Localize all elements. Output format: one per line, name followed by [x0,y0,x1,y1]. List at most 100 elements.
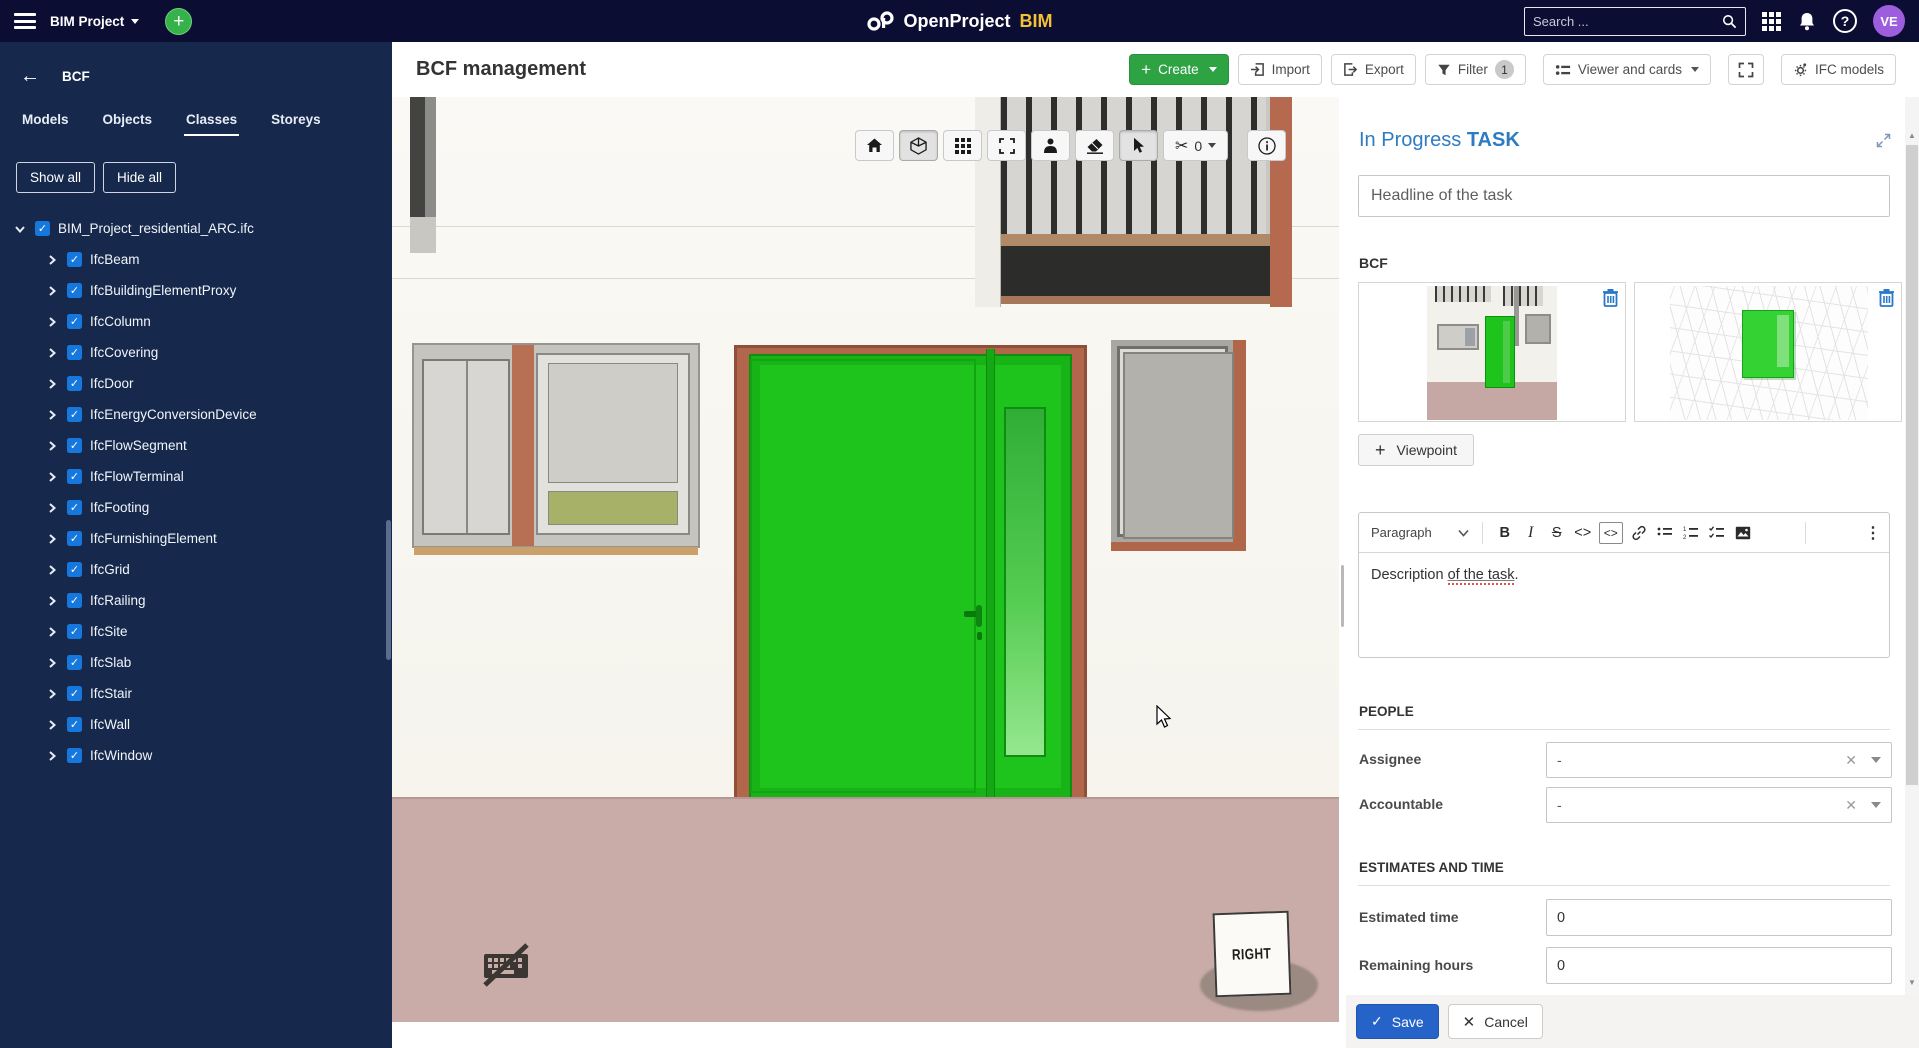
chevron-right-icon[interactable] [44,438,60,454]
navigation-cube[interactable]: RIGHT [1213,911,1292,998]
description-text[interactable]: Description of the task. [1359,553,1889,597]
tree-item-row[interactable]: ✓ IfcCovering [0,337,392,368]
section-cut-button[interactable]: ✂ 0 [1163,130,1228,161]
scroll-down-arrow[interactable]: ▼ [1905,975,1919,989]
3d-viewer-canvas[interactable]: RIGHT [392,97,1339,1022]
inline-code-icon[interactable]: <> [1570,520,1596,546]
ifc-models-button[interactable]: IFC models [1781,54,1896,85]
tree-item-row[interactable]: ✓ IfcBuildingElementProxy [0,275,392,306]
tree-item-row[interactable]: ✓ IfcSite [0,616,392,647]
italic-icon[interactable]: I [1518,520,1544,546]
link-icon[interactable] [1626,520,1652,546]
chevron-right-icon[interactable] [44,376,60,392]
chevron-right-icon[interactable] [44,469,60,485]
checkbox-checked[interactable]: ✓ [67,469,82,484]
hamburger-menu-icon[interactable] [14,13,36,29]
tree-item-row[interactable]: ✓ IfcColumn [0,306,392,337]
chevron-right-icon[interactable] [44,686,60,702]
paragraph-style-dropdown[interactable]: Paragraph [1367,525,1473,540]
checkbox-checked[interactable]: ✓ [67,624,82,639]
tree-item-row[interactable]: ✓ IfcDoor [0,368,392,399]
checkbox-checked[interactable]: ✓ [67,314,82,329]
tree-item-row[interactable]: ✓ IfcBeam [0,244,392,275]
user-avatar[interactable]: VE [1873,5,1905,37]
expand-panel-icon[interactable] [1876,133,1891,151]
checkbox-checked[interactable]: ✓ [67,748,82,763]
fit-to-view-button[interactable] [987,130,1026,161]
help-button[interactable]: ? [1833,9,1857,33]
clear-icon[interactable]: ✕ [1845,752,1857,769]
delete-viewpoint-icon[interactable] [1602,288,1619,310]
chevron-right-icon[interactable] [44,252,60,268]
checkbox-checked[interactable]: ✓ [67,562,82,577]
sidebar-tab[interactable]: Storeys [271,112,321,136]
notifications-bell-icon[interactable] [1797,11,1817,32]
export-button[interactable]: Export [1331,54,1416,85]
cancel-button[interactable]: ✕ Cancel [1448,1004,1543,1039]
chevron-right-icon[interactable] [44,500,60,516]
checkbox-checked[interactable]: ✓ [67,345,82,360]
scrollbar-thumb[interactable] [1906,145,1918,785]
sidebar-tab[interactable]: Objects [103,112,153,136]
remaining-hours-input[interactable] [1546,947,1892,984]
checkbox-checked[interactable]: ✓ [67,686,82,701]
fullscreen-button[interactable] [1728,54,1764,85]
accountable-select[interactable]: - ✕ [1546,787,1892,823]
chevron-right-icon[interactable] [44,283,60,299]
search-icon[interactable] [1722,14,1737,29]
tree-item-row[interactable]: ✓ IfcFlowSegment [0,430,392,461]
tree-item-row[interactable]: ✓ IfcWall [0,709,392,740]
chevron-right-icon[interactable] [44,345,60,361]
bold-icon[interactable]: B [1492,520,1518,546]
create-button[interactable]: + Create [1129,54,1228,85]
info-button[interactable] [1247,130,1286,161]
clear-icon[interactable]: ✕ [1845,797,1857,814]
chevron-down-icon[interactable] [12,221,28,237]
tree-item-row[interactable]: ✓ IfcWindow [0,740,392,771]
scroll-up-arrow[interactable]: ▲ [1905,128,1919,142]
checkbox-checked[interactable]: ✓ [67,283,82,298]
checkbox-checked[interactable]: ✓ [35,221,50,236]
tree-root-row[interactable]: ✓ BIM_Project_residential_ARC.ifc [0,213,392,244]
checkbox-checked[interactable]: ✓ [67,593,82,608]
tree-item-row[interactable]: ✓ IfcFooting [0,492,392,523]
save-button[interactable]: ✓ Save [1356,1004,1439,1039]
viewer-and-cards-button[interactable]: Viewer and cards [1543,54,1711,85]
import-button[interactable]: Import [1238,54,1322,85]
select-tool-button[interactable] [1119,130,1158,161]
sidebar-tab[interactable]: Classes [186,112,237,136]
chevron-right-icon[interactable] [44,624,60,640]
tree-item-row[interactable]: ✓ IfcSlab [0,647,392,678]
checkbox-checked[interactable]: ✓ [67,717,82,732]
checkbox-checked[interactable]: ✓ [67,376,82,391]
tree-item-row[interactable]: ✓ IfcFurnishingElement [0,523,392,554]
chevron-right-icon[interactable] [44,562,60,578]
app-logo[interactable]: OpenProjectBIM [866,11,1052,32]
todo-list-icon[interactable] [1704,520,1730,546]
viewpoint-card[interactable] [1358,282,1626,422]
more-options-kebab-icon[interactable]: ⋮ [1865,523,1881,543]
sidebar-scrollbar[interactable] [386,520,391,660]
estimated-time-input[interactable] [1546,899,1892,936]
checkbox-checked[interactable]: ✓ [67,252,82,267]
tree-item-row[interactable]: ✓ IfcEnergyConversionDevice [0,399,392,430]
chevron-right-icon[interactable] [44,407,60,423]
viewpoint-card[interactable] [1634,282,1902,422]
3d-cube-view-button[interactable] [899,130,938,161]
filter-button[interactable]: Filter 1 [1425,54,1526,85]
assignee-select[interactable]: - ✕ [1546,742,1892,778]
selected-door-green[interactable] [734,345,1087,803]
show-all-button[interactable]: Show all [16,162,95,193]
chevron-right-icon[interactable] [44,717,60,733]
home-view-button[interactable] [855,130,894,161]
hide-all-button[interactable]: Hide all [103,162,176,193]
delete-viewpoint-icon[interactable] [1878,288,1895,310]
tree-item-row[interactable]: ✓ IfcGrid [0,554,392,585]
global-add-button[interactable]: + [165,8,192,35]
checkbox-checked[interactable]: ✓ [67,438,82,453]
panel-scrollbar[interactable]: ▲ ▼ [1905,97,1919,995]
checkbox-checked[interactable]: ✓ [67,655,82,670]
bulleted-list-icon[interactable] [1652,520,1678,546]
tree-item-row[interactable]: ✓ IfcStair [0,678,392,709]
eraser-button[interactable] [1075,130,1114,161]
